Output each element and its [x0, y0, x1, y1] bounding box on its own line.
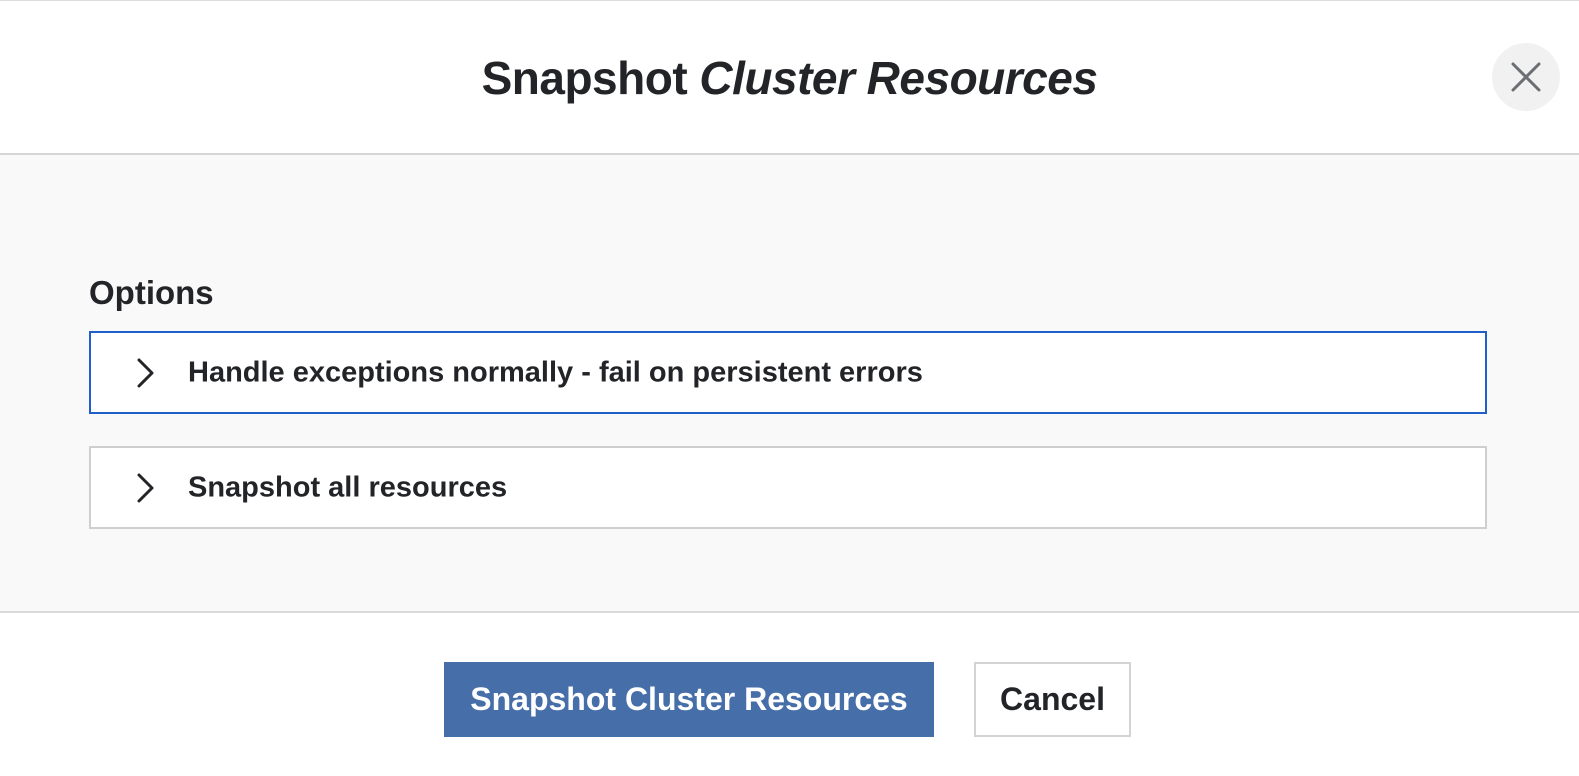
dialog-body: Options Handle exceptions normally - fai… [0, 155, 1579, 613]
option-handle-exceptions[interactable]: Handle exceptions normally - fail on per… [89, 331, 1487, 414]
dialog-title-emphasis: Cluster Resources [699, 52, 1098, 104]
dialog-footer: Snapshot Cluster Resources Cancel [0, 613, 1579, 776]
close-button[interactable] [1492, 43, 1560, 111]
dialog-header: Snapshot Cluster Resources [0, 1, 1579, 155]
dialog-title: Snapshot Cluster Resources [0, 49, 1579, 107]
snapshot-cluster-resources-button[interactable]: Snapshot Cluster Resources [444, 662, 934, 737]
dialog-title-prefix: Snapshot [481, 52, 688, 104]
option-handle-exceptions-label: Handle exceptions normally - fail on per… [188, 356, 923, 388]
snapshot-dialog: Snapshot Cluster Resources Options Handl… [0, 0, 1579, 776]
option-snapshot-all[interactable]: Snapshot all resources [89, 446, 1487, 529]
chevron-right-icon [137, 358, 154, 387]
options-heading: Options [89, 274, 214, 311]
cancel-button[interactable]: Cancel [974, 662, 1131, 737]
option-snapshot-all-label: Snapshot all resources [188, 471, 508, 503]
chevron-right-icon [137, 473, 154, 502]
close-icon [1511, 62, 1541, 92]
